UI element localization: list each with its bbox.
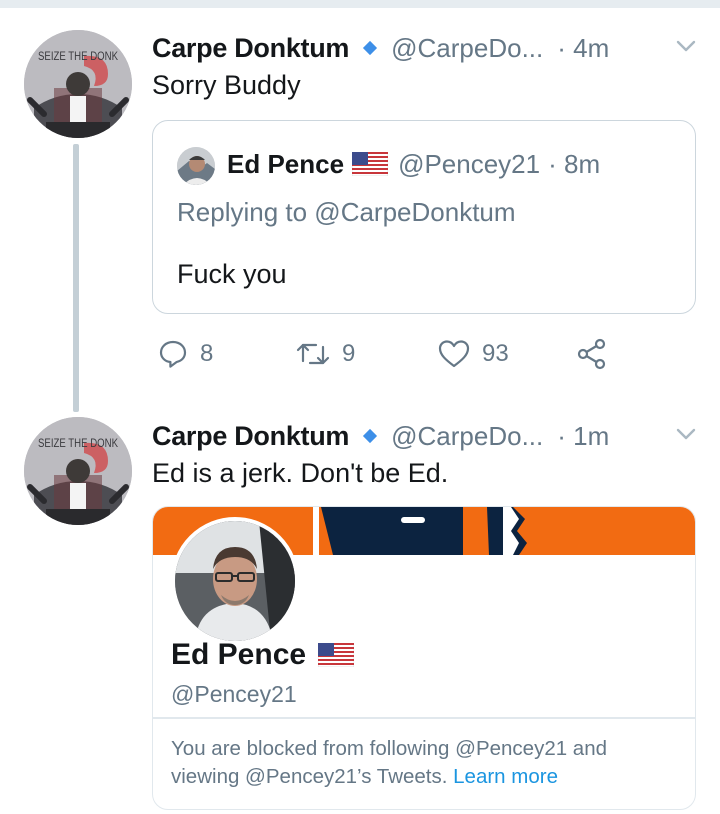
profile-handle[interactable]: @Pencey21 [171, 681, 297, 708]
tweet-text: Sorry Buddy [152, 70, 301, 100]
verified-badge-icon [363, 40, 378, 56]
quoted-tweet-timestamp[interactable]: · 8m [548, 149, 600, 180]
quoted-author-handle[interactable]: @Pencey21 [398, 149, 540, 180]
svg-text:SEIZE THE DONK: SEIZE THE DONK [38, 49, 118, 63]
profile-card[interactable]: Ed Pence @Pencey21 You are blocked from … [152, 506, 696, 810]
reply-button[interactable]: 8 [158, 334, 213, 374]
like-button[interactable]: 93 [438, 334, 509, 374]
retweet-count: 9 [342, 340, 356, 367]
author-handle[interactable]: @CarpeDo... [391, 421, 543, 452]
tweet-text: Ed is a jerk. Don't be Ed. [152, 458, 449, 488]
svg-text:SEIZE THE DONK: SEIZE THE DONK [38, 436, 118, 450]
blocked-notice: You are blocked from following @Pencey21… [171, 735, 671, 791]
chevron-down-icon[interactable] [674, 422, 698, 446]
tweet-header: Carpe Donktum @CarpeDo... · 4m [152, 28, 704, 68]
author-name[interactable]: Carpe Donktum [152, 33, 349, 64]
avatar-image: SEIZE THE DONK [24, 30, 132, 138]
quoted-avatar-image [177, 147, 215, 185]
author-name[interactable]: Carpe Donktum [152, 421, 349, 452]
profile-avatar[interactable] [171, 517, 299, 645]
quoted-author-avatar[interactable] [177, 147, 215, 185]
quoted-tweet-text: Fuck you [177, 259, 287, 289]
avatar-image: SEIZE THE DONK [24, 417, 132, 525]
tweet-timestamp[interactable]: · 4m [557, 33, 609, 64]
author-avatar[interactable]: SEIZE THE DONK [24, 417, 132, 525]
heart-icon [438, 340, 470, 368]
tweet-actions: 8 9 93 [152, 334, 672, 374]
profile-card-divider [153, 717, 695, 719]
top-divider [0, 0, 720, 8]
share-icon [577, 338, 606, 370]
us-flag-icon [352, 152, 389, 176]
quoted-tweet-card[interactable]: Ed Pence @Pencey21 · 8m Replying to @Car… [152, 120, 696, 314]
learn-more-link[interactable]: Learn more [453, 765, 558, 788]
reply-icon [159, 340, 187, 368]
us-flag-icon [318, 643, 355, 667]
quoted-author-name[interactable]: Ed Pence [227, 149, 344, 180]
retweet-icon [296, 343, 330, 365]
tweet-header: Carpe Donktum @CarpeDo... · 1m [152, 416, 704, 456]
profile-name-row: Ed Pence [171, 635, 355, 675]
retweet-button[interactable]: 9 [296, 334, 355, 374]
verified-badge-icon [363, 428, 378, 444]
thread-connector-line [73, 144, 79, 412]
tweet-timestamp[interactable]: · 1m [557, 421, 609, 452]
reply-count: 8 [200, 340, 214, 367]
quoted-tweet-header: Ed Pence @Pencey21 · 8m [227, 145, 600, 183]
author-handle[interactable]: @CarpeDo... [391, 33, 543, 64]
like-count: 93 [482, 340, 509, 367]
replying-to-label[interactable]: Replying to @CarpeDonktum [177, 197, 516, 228]
chevron-down-icon[interactable] [674, 34, 698, 58]
share-button[interactable] [576, 334, 608, 374]
profile-avatar-image [175, 521, 295, 641]
profile-name[interactable]: Ed Pence [171, 638, 306, 672]
author-avatar[interactable]: SEIZE THE DONK [24, 30, 132, 138]
